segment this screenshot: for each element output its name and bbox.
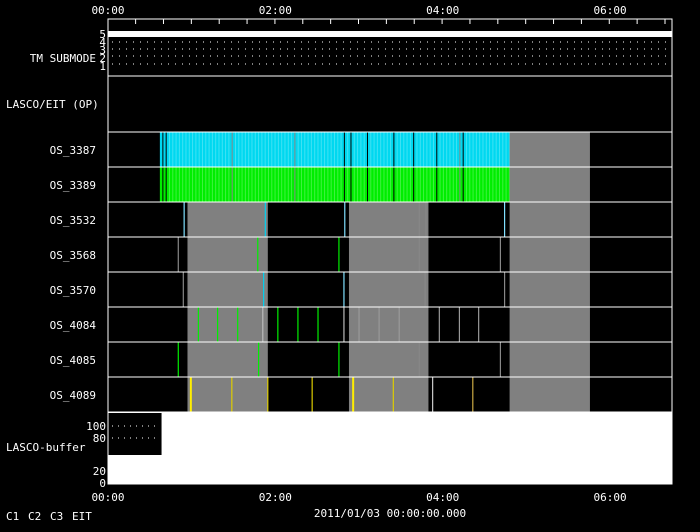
x-tick-label-top: 02:00 xyxy=(259,4,292,17)
gray-block xyxy=(509,272,590,307)
gray-block xyxy=(348,307,429,342)
timeline-chart: 00:00 00:00 02:00 02:00 04:00 04:00 06:00 06:00… xyxy=(6,4,673,523)
row-label: OS_3389 xyxy=(50,179,96,192)
gray-block xyxy=(348,342,429,377)
row-label: OS_3570 xyxy=(50,284,96,297)
tm-submode-level-bar xyxy=(108,31,672,37)
legend-c1: C1 xyxy=(6,510,19,523)
buffer-tick-label: 80 xyxy=(93,432,106,445)
gray-block xyxy=(509,307,590,342)
gray-block xyxy=(509,167,590,202)
gray-block xyxy=(509,342,590,377)
gray-block xyxy=(348,202,429,237)
x-tick-label-bottom: 06:00 xyxy=(593,491,626,504)
gray-block xyxy=(187,237,268,272)
tm-submode-label: TM SUBMODE xyxy=(30,52,96,65)
legend-c2: C2 xyxy=(28,510,41,523)
gray-block xyxy=(187,377,268,412)
x-tick-label-bottom: 02:00 xyxy=(259,491,292,504)
lasco-eit-op-label: LASCO/EIT (OP) xyxy=(6,98,99,111)
buffer-empty xyxy=(108,413,162,455)
gray-block xyxy=(187,272,268,307)
legend-c3: C3 xyxy=(50,510,63,523)
buffer-label: LASCO-buffer xyxy=(6,441,86,454)
gray-block xyxy=(509,237,590,272)
row-label: OS_4089 xyxy=(50,389,96,402)
x-tick-label-top: 04:00 xyxy=(426,4,459,17)
buffer-tick-label: 0 xyxy=(99,477,106,490)
x-tick-label-top: 00:00 xyxy=(91,4,124,17)
row-label: OS_3387 xyxy=(50,144,96,157)
gray-block xyxy=(348,272,429,307)
gray-block xyxy=(509,377,590,412)
legend-eit: EIT xyxy=(72,510,92,523)
row-label: OS_3532 xyxy=(50,214,96,227)
tm-level-label: 1 xyxy=(99,60,106,73)
x-tick-label-top: 06:00 xyxy=(593,4,626,17)
gray-block xyxy=(187,202,268,237)
row-label: OS_3568 xyxy=(50,249,96,262)
gray-block xyxy=(348,237,429,272)
buffer-fill xyxy=(108,412,672,484)
gray-block xyxy=(348,377,429,412)
gray-block xyxy=(187,342,268,377)
gray-block xyxy=(509,132,590,167)
date-label: 2011/01/03 00:00:00.000 xyxy=(314,507,466,520)
x-tick-label-bottom: 00:00 xyxy=(91,491,124,504)
gray-block xyxy=(509,202,590,237)
gray-block xyxy=(187,307,268,342)
x-tick-label-bottom: 04:00 xyxy=(426,491,459,504)
row-label: OS_4085 xyxy=(50,354,96,367)
row-label: OS_4084 xyxy=(50,319,97,332)
